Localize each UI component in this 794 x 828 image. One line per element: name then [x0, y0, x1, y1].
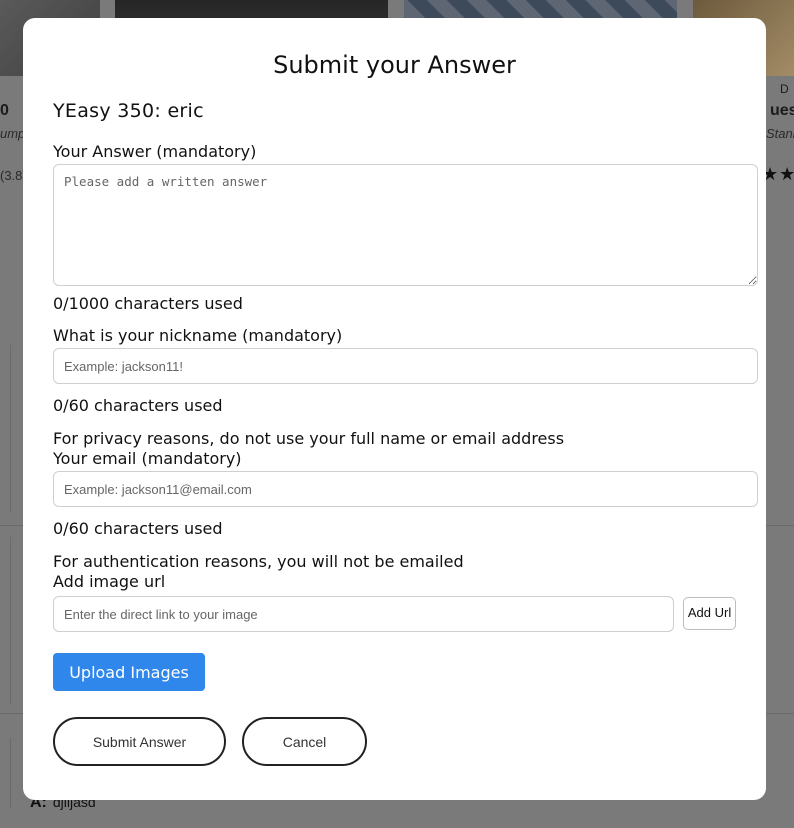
bg-product-subtitle-left: ump — [0, 126, 26, 141]
product-question-title: YEasy 350: eric — [53, 100, 204, 122]
submit-answer-modal: Submit your Answer YEasy 350: eric Your … — [23, 18, 766, 800]
email-input[interactable] — [53, 471, 758, 507]
cancel-button[interactable]: Cancel — [242, 717, 367, 766]
answer-label: Your Answer (mandatory) — [53, 142, 257, 161]
upload-images-button[interactable]: Upload Images — [53, 653, 205, 691]
bg-star-rating: ★★ — [762, 164, 794, 185]
answer-textarea[interactable] — [53, 164, 758, 286]
divider — [10, 537, 11, 705]
privacy-note: For privacy reasons, do not use your ful… — [53, 429, 565, 448]
answer-char-counter: 0/1000 characters used — [53, 294, 243, 313]
submit-answer-button[interactable]: Submit Answer — [53, 717, 226, 766]
bg-product-title-left: 0 — [0, 102, 9, 119]
image-url-input[interactable] — [53, 596, 675, 632]
divider — [10, 345, 11, 513]
image-url-label: Add image url — [53, 572, 166, 591]
nickname-input[interactable] — [53, 348, 758, 384]
bg-product-subtitle-right: Stanl — [766, 126, 794, 141]
bg-product-label-right: D — [780, 82, 789, 96]
modal-actions: Submit Answer Cancel — [53, 717, 736, 766]
nickname-label: What is your nickname (mandatory) — [53, 326, 343, 345]
bg-product-rating-left: (3.8 — [0, 168, 23, 183]
add-url-button[interactable]: Add Url — [683, 596, 736, 630]
authentication-note: For authentication reasons, you will not… — [53, 552, 464, 571]
bg-product-title-right: ues — [770, 102, 794, 119]
email-char-counter: 0/60 characters used — [53, 519, 223, 538]
email-label: Your email (mandatory) — [53, 449, 242, 468]
modal-title: Submit your Answer — [273, 51, 516, 79]
nickname-char-counter: 0/60 characters used — [53, 396, 223, 415]
image-url-row: Add Url — [53, 594, 736, 632]
divider — [10, 738, 11, 808]
